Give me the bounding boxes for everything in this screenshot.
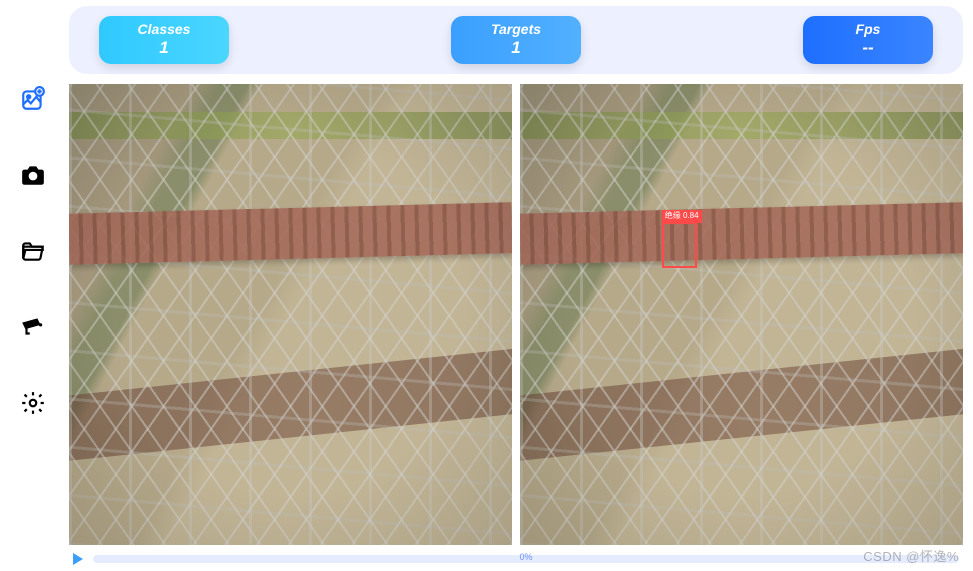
detection-bounding-box: 绝缘 0.84 (662, 222, 697, 268)
sidebar (0, 0, 65, 571)
stat-card-fps: Fps -- (803, 16, 933, 64)
scene-visual (69, 84, 512, 545)
main-content: Classes 1 Targets 1 Fps -- (65, 0, 973, 571)
image-comparison-area: 绝缘 0.84 (65, 84, 967, 545)
stat-card-classes: Classes 1 (99, 16, 229, 64)
progress-slider[interactable]: 0% (93, 555, 959, 563)
stat-label: Classes (138, 21, 191, 38)
camera-icon[interactable] (19, 161, 47, 189)
stat-value: 1 (159, 38, 168, 58)
play-button[interactable] (73, 553, 83, 565)
stat-label: Targets (491, 21, 541, 38)
playback-bar: 0% (65, 545, 967, 571)
folder-icon[interactable] (19, 237, 47, 265)
original-image-panel (69, 84, 512, 545)
stat-label: Fps (856, 21, 881, 38)
stat-card-targets: Targets 1 (451, 16, 581, 64)
scene-visual (520, 84, 963, 545)
gear-icon[interactable] (19, 389, 47, 417)
add-image-icon[interactable] (19, 85, 47, 113)
stat-value: 1 (511, 38, 520, 58)
progress-percent: 0% (519, 552, 532, 562)
cctv-icon[interactable] (19, 313, 47, 341)
detection-label: 绝缘 0.84 (662, 210, 702, 222)
stat-value: -- (862, 38, 873, 58)
detection-image-panel: 绝缘 0.84 (520, 84, 963, 545)
stats-bar: Classes 1 Targets 1 Fps -- (69, 6, 963, 74)
